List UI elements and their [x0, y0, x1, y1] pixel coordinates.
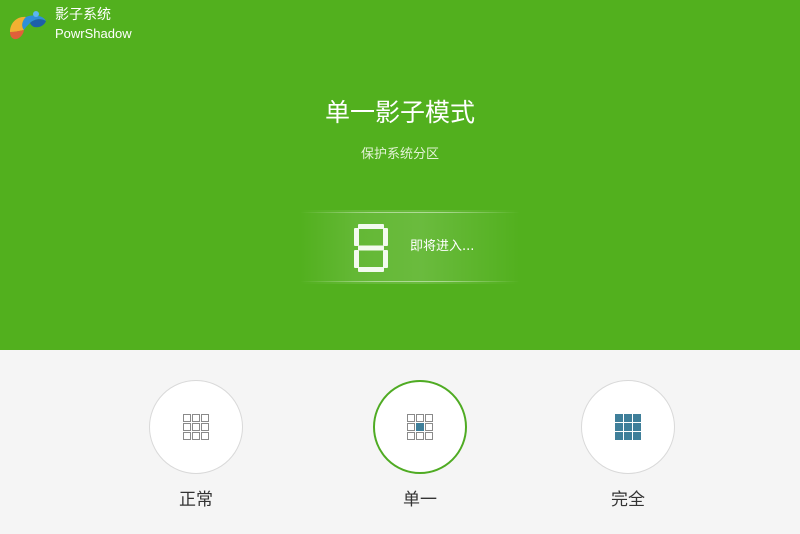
grid-cell — [425, 423, 433, 431]
grid-cell — [183, 432, 191, 440]
grid-cell — [407, 414, 415, 422]
grid-cell-filled — [624, 432, 632, 440]
grid-cell — [201, 414, 209, 422]
grid-cell-filled — [633, 414, 641, 422]
powrshadow-logo-icon — [10, 11, 46, 40]
grid-cell — [192, 423, 200, 431]
grid-cell — [192, 414, 200, 422]
countdown-bottom-divider — [300, 281, 520, 282]
grid-cell — [201, 423, 209, 431]
countdown-top-divider — [300, 212, 520, 213]
grid-cell — [407, 423, 415, 431]
grid-cell-filled — [633, 423, 641, 431]
grid-cell-filled — [615, 432, 623, 440]
app-name-chinese: 影子系统 — [55, 7, 111, 23]
mode-banner: 影子系统 PowrShadow 单一影子模式 保护系统分区 即将进入... — [0, 0, 800, 350]
grid-cell-filled — [624, 414, 632, 422]
grid-cell — [425, 414, 433, 422]
mode-complete-circle[interactable] — [581, 380, 675, 474]
grid-cell — [425, 432, 433, 440]
digit-segment — [358, 245, 384, 251]
mode-option-single[interactable]: 单一 — [372, 380, 472, 520]
grid-all-filled-icon — [615, 414, 641, 440]
mode-title: 单一影子模式 — [324, 98, 475, 127]
grid-cell-filled — [615, 423, 623, 431]
grid-cell — [201, 432, 209, 440]
mode-normal-circle[interactable] — [149, 380, 243, 474]
app-name-english: PowrShadow — [55, 26, 132, 41]
digit-segment — [358, 224, 384, 229]
mode-option-complete[interactable]: 完全 — [580, 380, 680, 520]
mode-single-circle[interactable] — [373, 380, 467, 474]
countdown-status-text: 即将进入... — [410, 239, 475, 254]
mode-subtitle: 保护系统分区 — [360, 147, 439, 162]
grid-cell-filled — [633, 432, 641, 440]
grid-cell — [192, 432, 200, 440]
mode-single-label: 单一 — [403, 490, 437, 510]
digit-segment — [354, 250, 359, 268]
digit-segment — [354, 228, 359, 246]
mode-normal-label: 正常 — [179, 490, 213, 510]
grid-cell — [416, 432, 424, 440]
grid-cell-filled — [416, 423, 424, 431]
grid-cell — [183, 423, 191, 431]
digit-segment — [358, 267, 384, 272]
grid-cell-filled — [624, 423, 632, 431]
countdown-digit — [354, 224, 388, 272]
digit-segment — [383, 250, 388, 268]
grid-outline-icon — [183, 414, 209, 440]
mode-option-normal[interactable]: 正常 — [148, 380, 248, 520]
grid-center-filled-icon — [407, 414, 433, 440]
grid-cell — [183, 414, 191, 422]
digit-segment — [383, 228, 388, 246]
grid-cell-filled — [615, 414, 623, 422]
mode-complete-label: 完全 — [611, 490, 645, 510]
grid-cell — [407, 432, 415, 440]
grid-cell — [416, 414, 424, 422]
